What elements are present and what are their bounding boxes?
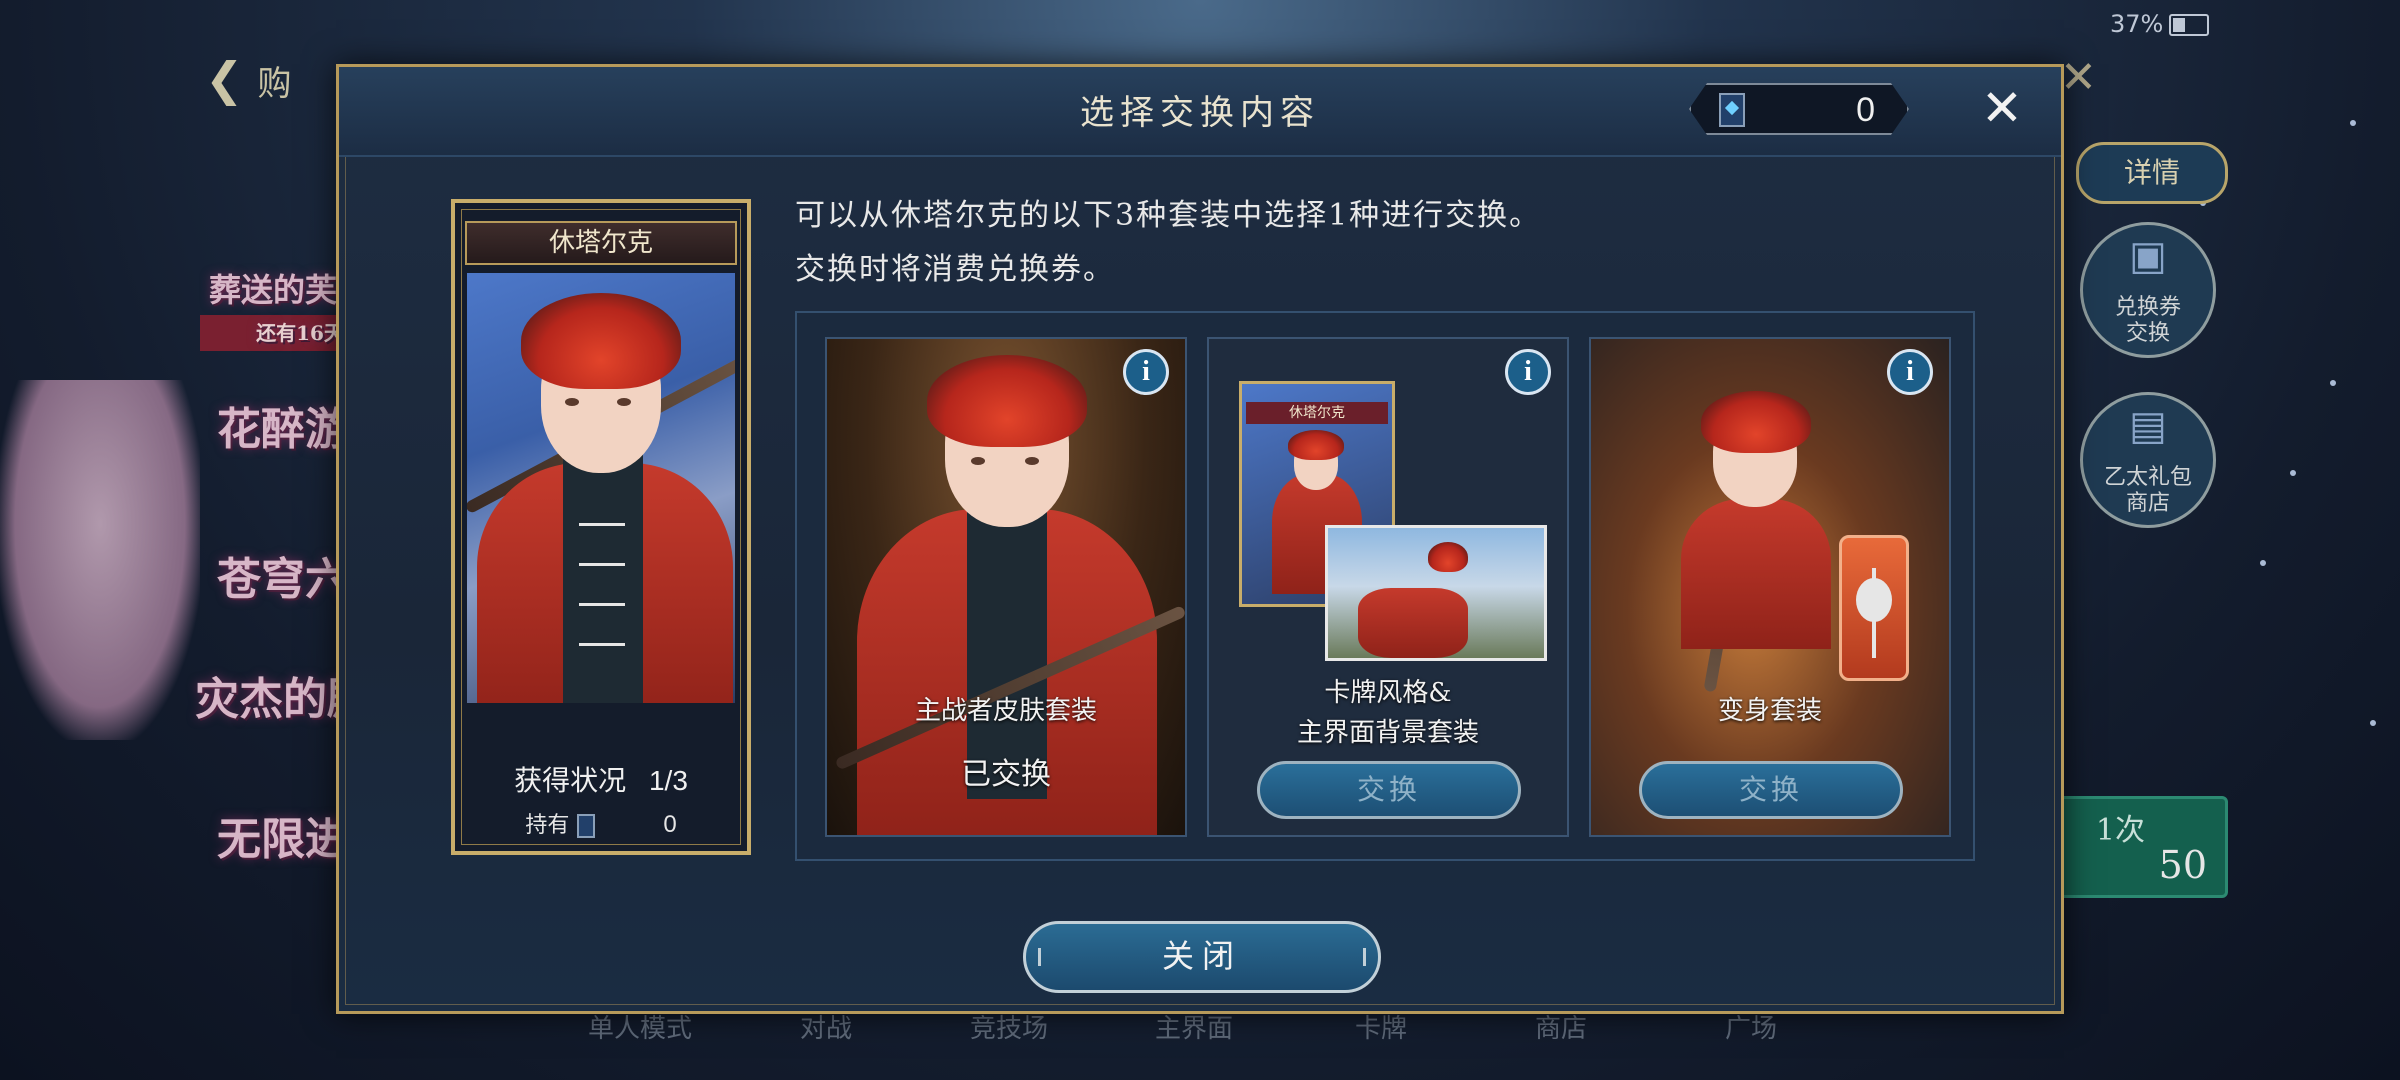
buy-count-label: 1次 (2095, 813, 2145, 848)
description-line-1: 可以从休塔尔克的以下3种套装中选择1种进行交换。 (795, 198, 1542, 233)
hair (1428, 542, 1468, 572)
coat (1681, 499, 1831, 649)
eye (617, 398, 631, 406)
transform-set-art (1591, 339, 1949, 699)
background-character-hand (0, 380, 200, 740)
info-icon[interactable]: i (1505, 349, 1551, 395)
buy-price: 50 (2158, 843, 2207, 887)
modal-header: 选择交换内容 0 ✕ (339, 67, 2061, 157)
eye (971, 457, 985, 465)
voucher-ticket-icon (1719, 93, 1745, 127)
option-label: 主战者皮肤套装 (914, 696, 1097, 726)
option-label: 变身套装 (1717, 696, 1822, 726)
ether-pack-label: 乙太礼包 商店 (2103, 465, 2192, 516)
hero-acquire-status: 获得状况 1/3 (455, 759, 747, 799)
shirt-button (579, 643, 625, 646)
hero-card: 休塔尔克 获得状况 1/3 持有 0 (451, 199, 751, 855)
axe-card-icon (1839, 535, 1909, 681)
battery-percent: 37% (2110, 10, 2164, 38)
eye (565, 398, 579, 406)
option-label-line-1: 卡牌风格& (1324, 678, 1452, 708)
voucher-exchange-label: 兑换券 交换 (2114, 295, 2181, 346)
ticket-counter: 0 (1689, 83, 1909, 135)
option-card-style-set[interactable]: i 休塔尔克 卡牌风格& 主界面背景套装 交换 (1207, 337, 1569, 837)
voucher-exchange-button[interactable]: ▣ 兑换券 交换 (2080, 222, 2216, 358)
hero-shirt (563, 453, 643, 703)
hair (1288, 430, 1344, 460)
background-preview (1325, 525, 1547, 661)
info-icon[interactable]: i (1887, 349, 1933, 395)
owned-label: 持有 (525, 813, 570, 838)
voucher-ticket-icon (577, 814, 596, 838)
battery-icon (2169, 14, 2210, 36)
option-label-line-2: 主界面背景套装 (1296, 718, 1479, 748)
axe-handle (1872, 568, 1876, 658)
exchange-modal: 选择交换内容 0 ✕ 休塔尔克 获得状况 1/3 持有 0 可以从休塔尔克的以下… (336, 64, 2064, 1014)
info-icon[interactable]: i (1123, 349, 1169, 395)
background-detail-button[interactable]: 详情 (2076, 142, 2228, 204)
eye (1025, 457, 1039, 465)
acquire-status-label: 获得状况 (514, 764, 627, 797)
acquire-status-value: 1/3 (648, 765, 688, 796)
card-preview-name: 休塔尔克 (1246, 402, 1388, 424)
shirt-button (579, 563, 625, 566)
close-icon[interactable]: ✕ (1979, 83, 2025, 133)
exchanged-label: 已交换 (961, 757, 1051, 792)
description-line-2: 交换时将消费兑换券。 (795, 252, 1115, 287)
background-back-label: 购 (257, 64, 292, 104)
option-skin-set[interactable]: i 主战者皮肤套装 已交换 (825, 337, 1187, 837)
exchange-options: i 主战者皮肤套装 已交换 i 休塔尔克 卡牌风格& 主界面背景套装 交换 i … (795, 311, 1975, 861)
hero-name: 休塔尔克 (465, 221, 737, 265)
shirt-button (579, 603, 625, 606)
background-close-icon[interactable]: ✕ (2060, 52, 2097, 103)
hero-owned: 持有 0 (455, 807, 747, 839)
hero-hair (521, 293, 681, 389)
shirt-button (579, 523, 625, 526)
close-button[interactable]: 关闭 (1023, 921, 1381, 993)
ether-pack-shop-button[interactable]: ▤ 乙太礼包 商店 (2080, 392, 2216, 528)
exchange-button[interactable]: 交换 (1257, 761, 1521, 819)
ticket-count: 0 (1856, 91, 1875, 129)
hero-portrait (467, 273, 735, 703)
option-transform-set[interactable]: i 变身套装 交换 (1589, 337, 1951, 837)
owned-value: 0 (663, 811, 677, 838)
hair (1701, 391, 1811, 453)
chevron-left-icon: ❮ (205, 52, 244, 106)
background-back-button[interactable]: ❮ 购 (205, 52, 292, 106)
exchange-button[interactable]: 交换 (1639, 761, 1903, 819)
voucher-icon: ▣ (2129, 233, 2167, 279)
coat (1358, 588, 1468, 658)
exchange-description: 可以从休塔尔克的以下3种套装中选择1种进行交换。 交换时将消费兑换券。 (795, 189, 1541, 297)
battery-status: 37% (2110, 10, 2210, 38)
chest-icon: ▤ (2129, 403, 2167, 449)
hair (927, 355, 1087, 447)
